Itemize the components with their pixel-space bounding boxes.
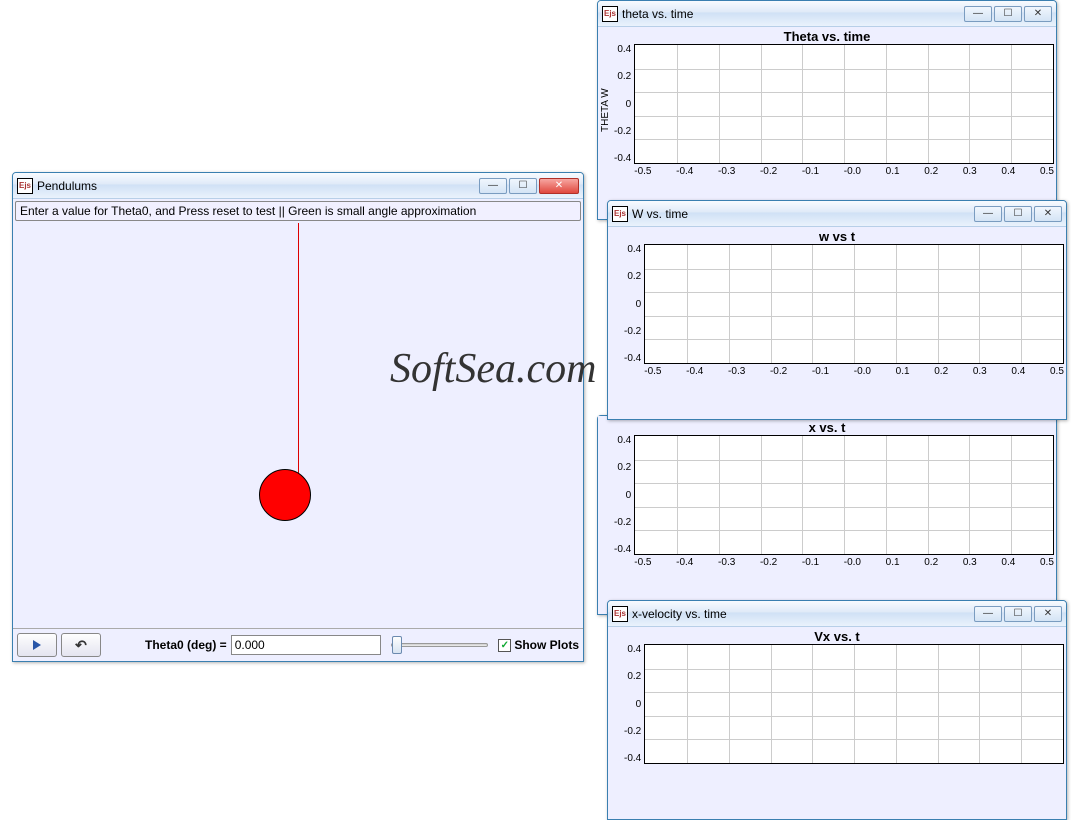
theta0-input[interactable] (231, 635, 381, 655)
chart-grid[interactable] (634, 435, 1054, 555)
chart-title: w vs t (610, 229, 1064, 244)
titlebar[interactable]: Ejs theta vs. time — ☐ ✕ (598, 1, 1056, 27)
close-button[interactable]: ✕ (1024, 6, 1052, 22)
slider-thumb[interactable] (392, 636, 402, 654)
chart-title: Vx vs. t (610, 629, 1064, 644)
show-plots-label: Show Plots (514, 638, 579, 652)
theta0-slider[interactable] (391, 643, 489, 647)
pendulum-rod (298, 223, 299, 473)
chart-grid[interactable] (644, 244, 1064, 364)
reset-icon: ↶ (75, 637, 87, 654)
y-ticks: 0.40.20-0.2-0.4 (624, 644, 644, 764)
close-button[interactable]: ✕ (1034, 206, 1062, 222)
vx-plot-window: Ejs x-velocity vs. time — ☐ ✕ Vx vs. t 0… (607, 600, 1067, 820)
maximize-button[interactable]: ☐ (509, 178, 537, 194)
instruction-text: Enter a value for Theta0, and Press rese… (15, 201, 581, 221)
pendulum-bob[interactable] (259, 469, 311, 521)
play-icon (33, 640, 41, 650)
chart-title: Theta vs. time (600, 29, 1054, 44)
y-ticks: 0.40.20-0.2-0.4 (614, 44, 634, 164)
window-title: theta vs. time (622, 7, 964, 21)
x-ticks: -0.5-0.4-0.3-0.2-0.1-0.00.10.20.30.40.5 (634, 555, 1054, 568)
close-button[interactable]: ✕ (539, 178, 579, 194)
ejs-icon: Ejs (17, 178, 33, 194)
control-panel: ↶ Theta0 (deg) = ✓ Show Plots (13, 628, 583, 661)
titlebar[interactable]: Ejs W vs. time — ☐ ✕ (608, 201, 1066, 227)
minimize-button[interactable]: — (479, 178, 507, 194)
titlebar[interactable]: Ejs x-velocity vs. time — ☐ ✕ (608, 601, 1066, 627)
play-button[interactable] (17, 633, 57, 657)
window-title: W vs. time (632, 207, 974, 221)
x-plot-window: x vs. t 0.40.20-0.2-0.4 -0.5-0.4-0.3-0.2… (597, 415, 1057, 615)
pendulums-window: Ejs Pendulums — ☐ ✕ Enter a value for Th… (12, 172, 584, 662)
maximize-button[interactable]: ☐ (1004, 206, 1032, 222)
window-title: Pendulums (37, 179, 479, 193)
theta0-label: Theta0 (deg) = (145, 638, 227, 652)
chart-grid[interactable] (644, 644, 1064, 764)
y-ticks: 0.40.20-0.2-0.4 (614, 435, 634, 555)
theta-plot-window: Ejs theta vs. time — ☐ ✕ Theta vs. time … (597, 0, 1057, 220)
titlebar[interactable]: Ejs Pendulums — ☐ ✕ (13, 173, 583, 199)
show-plots-checkbox[interactable]: ✓ (498, 639, 511, 652)
maximize-button[interactable]: ☐ (1004, 606, 1032, 622)
ejs-icon: Ejs (612, 606, 628, 622)
x-ticks: -0.5-0.4-0.3-0.2-0.1-0.00.10.20.30.40.5 (634, 164, 1054, 177)
minimize-button[interactable]: — (974, 606, 1002, 622)
chart-grid[interactable] (634, 44, 1054, 164)
maximize-button[interactable]: ☐ (994, 6, 1022, 22)
pendulum (285, 223, 311, 521)
simulation-canvas[interactable] (13, 223, 583, 628)
y-axis-label: THETA W (600, 44, 614, 177)
minimize-button[interactable]: — (964, 6, 992, 22)
chart-title: x vs. t (600, 420, 1054, 435)
x-ticks: -0.5-0.4-0.3-0.2-0.1-0.00.10.20.30.40.5 (644, 364, 1064, 377)
ejs-icon: Ejs (602, 6, 618, 22)
ejs-icon: Ejs (612, 206, 628, 222)
close-button[interactable]: ✕ (1034, 606, 1062, 622)
window-title: x-velocity vs. time (632, 607, 974, 621)
minimize-button[interactable]: — (974, 206, 1002, 222)
reset-button[interactable]: ↶ (61, 633, 101, 657)
y-ticks: 0.40.20-0.2-0.4 (624, 244, 644, 364)
w-plot-window: Ejs W vs. time — ☐ ✕ w vs t 0.40.20-0.2-… (607, 200, 1067, 420)
